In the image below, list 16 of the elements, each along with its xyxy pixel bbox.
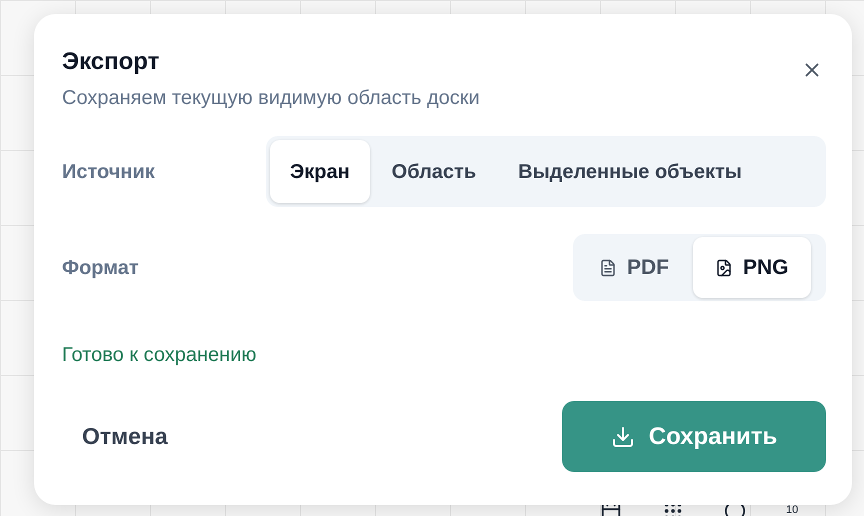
source-label: Источник (62, 160, 155, 184)
save-button[interactable]: Сохранить (562, 401, 826, 472)
download-icon (610, 424, 635, 448)
dialog-title: Экспорт (62, 48, 160, 76)
source-tab[interactable]: Экран (270, 140, 370, 203)
source-tab[interactable]: Область (372, 140, 496, 203)
dialog-subtitle: Сохраняем текущую видимую область доски (62, 86, 480, 110)
format-tab[interactable]: PDF (577, 237, 691, 298)
document-icon (599, 258, 617, 276)
zoom-level: 10 (786, 505, 798, 516)
format-tab[interactable]: PNG (693, 237, 811, 298)
cancel-button[interactable]: Отмена (62, 401, 188, 472)
image-file-icon (715, 258, 733, 276)
source-tab[interactable]: Выделенные объекты (498, 140, 762, 203)
status-message: Готово к сохранению (62, 343, 258, 368)
format-label: Формат (62, 256, 139, 280)
